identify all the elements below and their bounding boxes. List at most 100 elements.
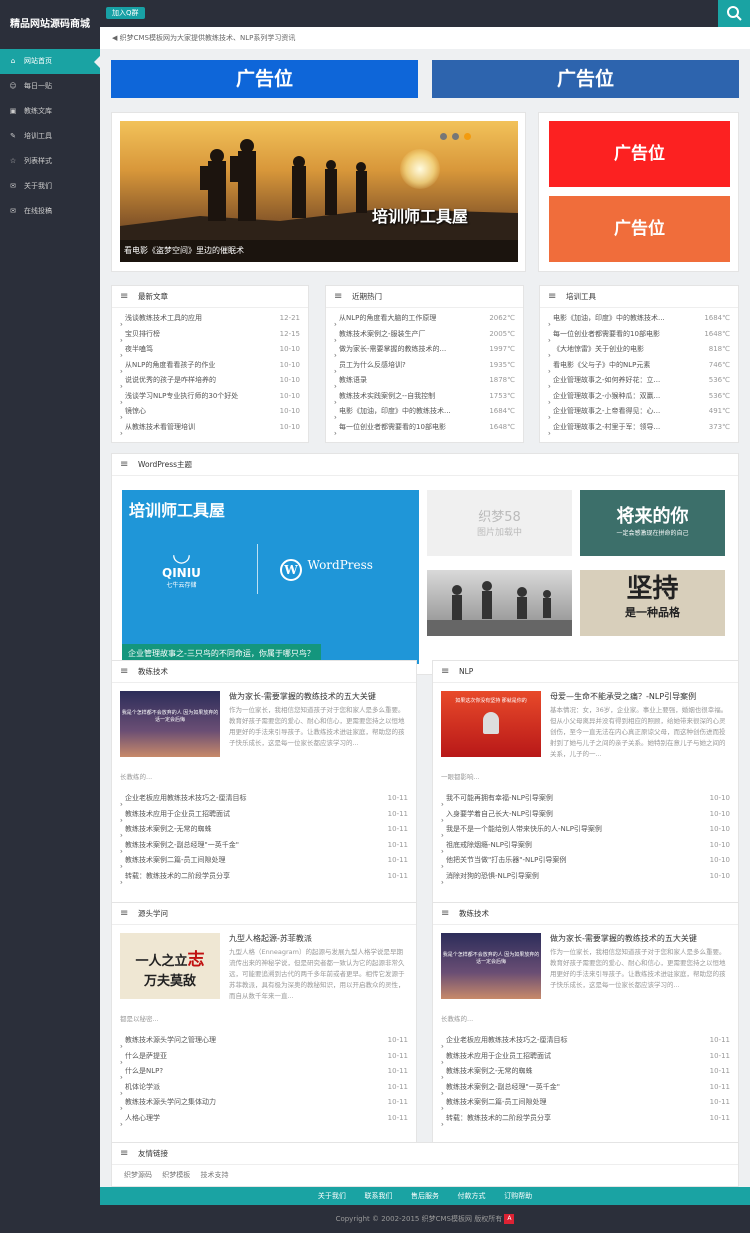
slider-dot[interactable] (452, 133, 459, 140)
list-item[interactable]: › 浅谈教练技术工具的应用 12-21 (120, 311, 300, 327)
nav-item-submit[interactable]: ✉ 在线投稿 (0, 199, 100, 224)
comments-icon: ✉ (10, 182, 16, 190)
nav-item-tools[interactable]: ✎ 培训工具 (0, 124, 100, 149)
list-item[interactable]: › 从NLP的角度看大脑的工作原理 2062℃ (334, 311, 515, 327)
wp-thumb-future[interactable]: 将来的你 一定会感激现在拼命的自己 (580, 490, 725, 556)
featured-article: 我是个怎样都不会放弃的人 因为如果放弃的话一定会后悔 做为家长-需要掌握的教练技… (433, 925, 738, 1025)
list-item[interactable]: › 我是不是一个能给别人带来快乐的人-NLP引导案例 10-10 (441, 822, 730, 838)
list-item[interactable]: › 看电影《父与子》中的NLP元素 746℃ (548, 358, 730, 374)
featured-desc-more: 一眼都影响... (441, 773, 480, 781)
featured-image[interactable]: 我是个怎样都不会放弃的人 因为如果放弃的话一定会后悔 (120, 691, 220, 757)
nav-item-list-style[interactable]: ☆ 列表样式 (0, 149, 100, 174)
list-item[interactable]: › 教练技术源头学问之管理心理 10-11 (120, 1033, 408, 1049)
search-button[interactable] (718, 0, 750, 27)
list-item[interactable]: › 他把关节当做"打击乐器"-NLP引导案例 10-10 (441, 853, 730, 869)
list-item[interactable]: › 《大地惊雷》关于创业的电影 818℃ (548, 342, 730, 358)
list-item[interactable]: › 从教练技术看管理培训 10-10 (120, 420, 300, 436)
footer-link-help[interactable]: 订购帮助 (504, 1192, 532, 1200)
list-item[interactable]: › 企业管理故事之-小猴种瓜：双赢... 536℃ (548, 389, 730, 405)
list-item[interactable]: › 教练技术源头学问之集体动力 10-11 (120, 1095, 408, 1111)
wordpress-icon: W (280, 559, 302, 581)
wp-thumb-soldiers[interactable] (427, 570, 572, 636)
smile-icon: ☺ (9, 82, 17, 90)
ad-banner-top-left[interactable]: 广告位 (111, 60, 418, 98)
list-item[interactable]: › 人格心理学 10-11 (120, 1111, 408, 1127)
list-item[interactable]: › 企业老板应用教练技术技巧之-厘清目标 10-11 (441, 1033, 730, 1049)
ad-banner-top-right[interactable]: 广告位 (432, 60, 739, 98)
panel-header: 友情链接 (112, 1143, 738, 1165)
footer-link-contact[interactable]: 联系我们 (364, 1192, 392, 1200)
friend-link[interactable]: 织梦源码 (124, 1171, 152, 1179)
notice-text: 织梦CMS模板网为大家提供教练技术、NLP系列学习资讯 (119, 34, 296, 42)
list-item[interactable]: › 员工为什么反感培训? 1935℃ (334, 358, 515, 374)
nav-label: 每日一贴 (24, 82, 52, 90)
list-item[interactable]: › 教练技术案例之-无常的蜘蛛 10-11 (441, 1064, 730, 1080)
list-item[interactable]: › 从NLP的角度看看孩子的作业 10-10 (120, 358, 300, 374)
list-item[interactable]: › 什么是NLP? 10-11 (120, 1064, 408, 1080)
wp-thumb-persist[interactable]: 坚持 是一种品格 (580, 570, 725, 636)
wp-featured-image[interactable]: 培训师工具屋 ◡ QINIU 七牛云存储 W WordPress 企业管理故事之… (122, 490, 419, 664)
list-item[interactable]: › 消除对狗的恐惧-NLP引导案例 10-10 (441, 869, 730, 885)
list-item[interactable]: › 每一位创业者都需要看的10部电影 1648℃ (334, 420, 515, 436)
list-item[interactable]: › 企业管理故事之-如何养好花：立... 536℃ (548, 373, 730, 389)
ad-side-bottom[interactable]: 广告位 (549, 196, 730, 262)
nav-item-daily[interactable]: ☺ 每日一贴 (0, 74, 100, 99)
links-row: 织梦源码 织梦模板 技术支持 (112, 1165, 738, 1185)
list-item[interactable]: › 企业管理故事之-上帝看得见：心... 491℃ (548, 404, 730, 420)
featured-title[interactable]: 母爱—生命不能承受之痛？-NLP引导案例 (550, 691, 730, 702)
friend-link[interactable]: 织梦模板 (162, 1171, 190, 1179)
list-item[interactable]: › 教练技术案例二篇-员工间隙处理 10-11 (120, 853, 408, 869)
list-item[interactable]: › 教练语录 1878℃ (334, 373, 515, 389)
featured-title[interactable]: 做为家长-需要掌握的教练技术的五大关键 (550, 933, 730, 944)
list-item[interactable]: › 我不可能再拥有幸福-NLP引导案例 10-10 (441, 791, 730, 807)
ad-side-top[interactable]: 广告位 (549, 121, 730, 187)
list-item[interactable]: › 每一位创业者都需要看的10部电影 1648℃ (548, 327, 730, 343)
list-item[interactable]: › 夜半嗑笃 10-10 (120, 342, 300, 358)
featured-image[interactable]: 一人之立志 万夫莫敌 (120, 933, 220, 999)
footer-link-about[interactable]: 关于我们 (318, 1192, 346, 1200)
list-item[interactable]: › 电影《加油，印度》中的教练技术... 1684℃ (548, 311, 730, 327)
list-item[interactable]: › 转载：教练技术的二阶段学员分享 10-11 (120, 869, 408, 885)
list-item[interactable]: › 教练技术案例二篇-员工间隙处理 10-11 (441, 1095, 730, 1111)
footer-link-payment[interactable]: 付款方式 (458, 1192, 486, 1200)
figure-icon (483, 712, 499, 734)
featured-image[interactable]: 如果这次你没有坚持 那就是你的 (441, 691, 541, 757)
nav-item-about[interactable]: ✉ 关于我们 (0, 174, 100, 199)
featured-title[interactable]: 做为家长-需要掌握的教练技术的五大关键 (229, 691, 408, 702)
list-item[interactable]: › 教练技术案例之-无常的蜘蛛 10-11 (120, 822, 408, 838)
list-item[interactable]: › 什么是萨提亚 10-11 (120, 1049, 408, 1065)
list-item[interactable]: › 转载：教练技术的二阶段学员分享 10-11 (441, 1111, 730, 1127)
nav-item-home[interactable]: ⌂ 网站首页 (0, 49, 100, 74)
list-item[interactable]: › 企业老板应用教练技术技巧之-厘清目标 10-11 (120, 791, 408, 807)
list-item[interactable]: › 教练技术案例之-副总经理"一英千金" 10-11 (441, 1080, 730, 1096)
slider-dot-active[interactable] (464, 133, 471, 140)
list-item[interactable]: › 教练技术案例之-副总经理"一英千金" 10-11 (120, 838, 408, 854)
list-item[interactable]: › 机体论学派 10-11 (120, 1080, 408, 1096)
list-item[interactable]: › 教练技术案例之-服装生产厂 2005℃ (334, 327, 515, 343)
slider-dot[interactable] (440, 133, 447, 140)
friend-link[interactable]: 技术支持 (200, 1171, 228, 1179)
list-item[interactable]: › 教练技术应用于企业员工招聘面试 10-11 (441, 1049, 730, 1065)
list-item[interactable]: › 做为家长-需要掌握的教练技术的... 1997℃ (334, 342, 515, 358)
featured-title[interactable]: 九型人格起源-苏菲教派 (229, 933, 408, 944)
list-item[interactable]: › 入身要学着自己长大-NLP引导案例 10-10 (441, 807, 730, 823)
list-item[interactable]: › 宝贝排行榜 12-15 (120, 327, 300, 343)
list-item[interactable]: › 企业管理故事之-村里于军：领导... 373℃ (548, 420, 730, 436)
nav-item-library[interactable]: ▣ 教练文库 (0, 99, 100, 124)
wp-thumb-placeholder[interactable]: 织梦58 图片加载中 (427, 490, 572, 556)
join-qq-group-button[interactable]: 加入Q群 (106, 7, 145, 19)
stat-badge-icon[interactable]: A (504, 1214, 515, 1224)
list-item[interactable]: › 浅谈学习NLP专业执行师的30个好处 10-10 (120, 389, 300, 405)
footer-link-service[interactable]: 售后服务 (411, 1192, 439, 1200)
slider-image[interactable]: 培训师工具屋 看电影《盗梦空间》里边的催眠术 (120, 121, 518, 262)
list-item[interactable]: › 说说优秀的孩子是咋样培养的 10-10 (120, 373, 300, 389)
list-item[interactable]: › 镜惊心 10-10 (120, 404, 300, 420)
list-item[interactable]: › 电影《加油，印度》中的教练技术... 1684℃ (334, 404, 515, 420)
featured-image[interactable]: 我是个怎样都不会放弃的人 因为如果放弃的话一定会后悔 (441, 933, 541, 999)
list-item[interactable]: › 祖底戒除烟瘾-NLP引导案例 10-10 (441, 838, 730, 854)
site-logo[interactable]: 精品网站源码商城 (0, 0, 100, 49)
slider-caption[interactable]: 看电影《盗梦空间》里边的催眠术 (120, 240, 518, 262)
list-item[interactable]: › 教练技术实践案例之--自我控制 1753℃ (334, 389, 515, 405)
soldiers-silhouette (427, 581, 572, 636)
list-item[interactable]: › 教练技术应用于企业员工招聘面试 10-11 (120, 807, 408, 823)
